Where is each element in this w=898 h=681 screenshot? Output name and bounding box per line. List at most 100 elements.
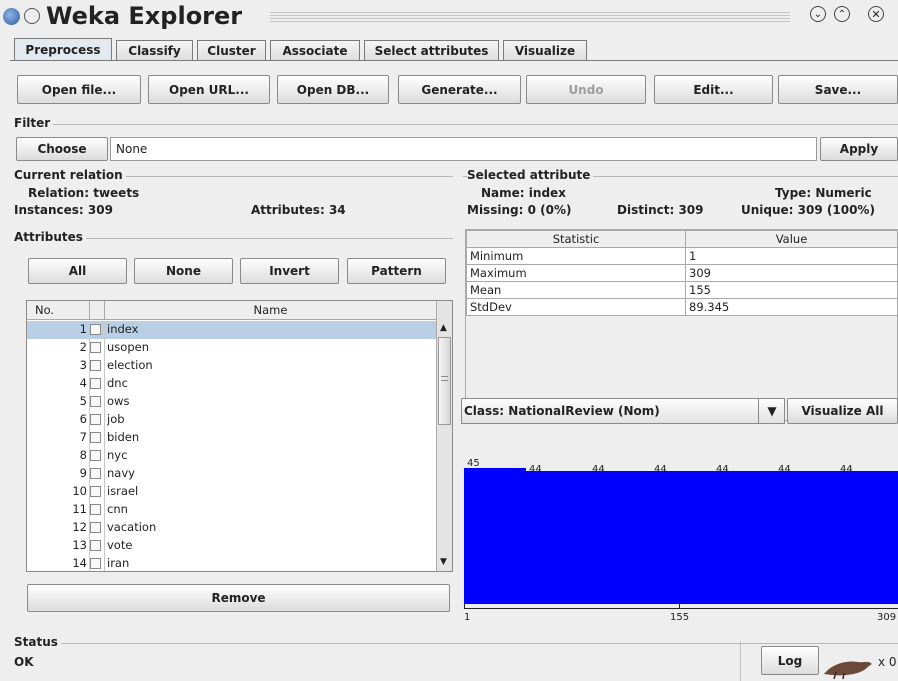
class-select[interactable]: Class: NationalReview (Nom) ▼: [461, 398, 785, 424]
list-item[interactable]: 4 dnc: [27, 375, 436, 393]
axis-label-mid: 155: [670, 612, 690, 623]
relation-label: Relation:: [28, 186, 90, 200]
maximize-icon[interactable]: ⌃: [834, 6, 850, 22]
checkbox[interactable]: [90, 342, 101, 353]
list-item[interactable]: 2 usopen: [27, 339, 436, 357]
pattern-button[interactable]: Pattern: [347, 258, 446, 284]
checkbox[interactable]: [90, 414, 101, 425]
tab-visualize[interactable]: Visualize: [503, 40, 587, 60]
list-item[interactable]: 13 vote: [27, 537, 436, 555]
weka-bird-icon[interactable]: [822, 650, 874, 680]
selected-type-label: Type:: [775, 186, 812, 200]
checkbox[interactable]: [90, 396, 101, 407]
minimize-icon[interactable]: ⌄: [810, 6, 826, 22]
dropdown-arrow-icon[interactable]: ▼: [758, 399, 785, 423]
list-item[interactable]: 1 index: [27, 321, 436, 339]
generate-button[interactable]: Generate...: [398, 75, 521, 104]
selected-type-value: Numeric: [815, 186, 872, 200]
checkbox[interactable]: [90, 432, 101, 443]
attributes-scrollbar[interactable]: ▲ ▼: [436, 301, 452, 571]
list-item[interactable]: 14 iran: [27, 555, 436, 571]
tab-panel-border: [10, 60, 898, 61]
list-item[interactable]: 9 navy: [27, 465, 436, 483]
open-file-button[interactable]: Open file...: [17, 75, 141, 104]
selected-distinct-value: 309: [678, 203, 704, 217]
attributes-count-row: Attributes: 34: [251, 203, 346, 217]
tab-preprocess[interactable]: Preprocess: [14, 38, 112, 60]
selected-unique-value: 309 (100%): [797, 203, 875, 217]
filter-choose-button[interactable]: Choose: [16, 137, 108, 161]
tab-associate[interactable]: Associate: [270, 40, 360, 60]
select-all-button[interactable]: All: [28, 258, 127, 284]
checkbox[interactable]: [90, 486, 101, 497]
selected-missing-value: 0 (0%): [527, 203, 572, 217]
title-bar-grip: [270, 10, 790, 24]
edit-button[interactable]: Edit...: [654, 75, 773, 104]
relation-row: Relation: tweets: [28, 186, 139, 200]
thumb-grip-icon: [441, 376, 448, 381]
filter-apply-button[interactable]: Apply: [820, 137, 898, 161]
tab-classify[interactable]: Classify: [116, 40, 193, 60]
open-db-button[interactable]: Open DB...: [277, 75, 389, 104]
checkbox[interactable]: [90, 324, 101, 335]
checkbox[interactable]: [90, 504, 101, 515]
value-header[interactable]: Value: [685, 230, 898, 248]
attributes-rows: 1 index 2 usopen 3 election 4 dnc 5 ows 6 job …: [27, 321, 436, 571]
instances-row: Instances: 309: [14, 203, 113, 217]
filter-title: Filter: [14, 116, 54, 130]
close-icon[interactable]: ✕: [868, 6, 884, 22]
status-separator: [740, 641, 741, 681]
checkbox[interactable]: [90, 450, 101, 461]
checkbox[interactable]: [90, 468, 101, 479]
visualize-all-button[interactable]: Visualize All: [787, 398, 898, 424]
checkbox[interactable]: [90, 540, 101, 551]
tab-cluster[interactable]: Cluster: [197, 40, 266, 60]
table-row: Mean 155: [466, 281, 898, 299]
status-title: Status: [14, 635, 61, 649]
list-item[interactable]: 12 vacation: [27, 519, 436, 537]
save-button[interactable]: Save...: [778, 75, 898, 104]
filter-value: None: [116, 142, 148, 156]
scroll-up-icon[interactable]: ▲: [440, 323, 447, 333]
list-item[interactable]: 10 israel: [27, 483, 436, 501]
list-item[interactable]: 3 election: [27, 357, 436, 375]
undo-button[interactable]: Undo: [526, 75, 646, 104]
selected-unique-row: Unique: 309 (100%): [741, 203, 875, 217]
statistics-table: Statistic Value Minimum 1 Maximum 309 Mean…: [466, 230, 898, 316]
list-item[interactable]: 5 ows: [27, 393, 436, 411]
scrollbar-thumb[interactable]: [438, 337, 451, 425]
status-x-count: x 0: [878, 655, 897, 669]
list-item[interactable]: 8 nyc: [27, 447, 436, 465]
selected-type-row: Type: Numeric: [775, 186, 872, 200]
remove-button[interactable]: Remove: [27, 584, 450, 612]
checkbox[interactable]: [90, 378, 101, 389]
list-item[interactable]: 6 job: [27, 411, 436, 429]
selected-name-label: Name:: [481, 186, 525, 200]
attributes-count-label: Attributes:: [251, 203, 325, 217]
statistic-header[interactable]: Statistic: [466, 230, 686, 248]
filter-field[interactable]: None: [110, 137, 817, 161]
open-url-button[interactable]: Open URL...: [148, 75, 270, 104]
checkbox[interactable]: [90, 558, 101, 569]
select-none-button[interactable]: None: [134, 258, 233, 284]
window-menu-icon[interactable]: [3, 8, 20, 25]
log-button[interactable]: Log: [761, 646, 819, 675]
checkbox[interactable]: [90, 360, 101, 371]
list-item[interactable]: 7 biden: [27, 429, 436, 447]
table-row: Minimum 1: [466, 247, 898, 265]
col-name-header[interactable]: Name: [105, 303, 436, 317]
checkbox[interactable]: [90, 522, 101, 533]
attributes-count-value: 34: [328, 203, 346, 217]
list-item[interactable]: 11 cnn: [27, 501, 436, 519]
selected-name-value: index: [528, 186, 566, 200]
window-shade-icon[interactable]: [24, 8, 40, 24]
status-text: OK: [14, 655, 34, 669]
window-title: Weka Explorer: [46, 2, 243, 30]
table-row: Maximum 309: [466, 264, 898, 282]
instances-value: 309: [87, 203, 113, 217]
tab-select-attributes[interactable]: Select attributes: [364, 40, 499, 60]
scroll-down-icon[interactable]: ▼: [440, 557, 447, 567]
selected-distinct-label: Distinct:: [617, 203, 675, 217]
invert-selection-button[interactable]: Invert: [240, 258, 339, 284]
col-no-header[interactable]: No.: [35, 303, 54, 317]
